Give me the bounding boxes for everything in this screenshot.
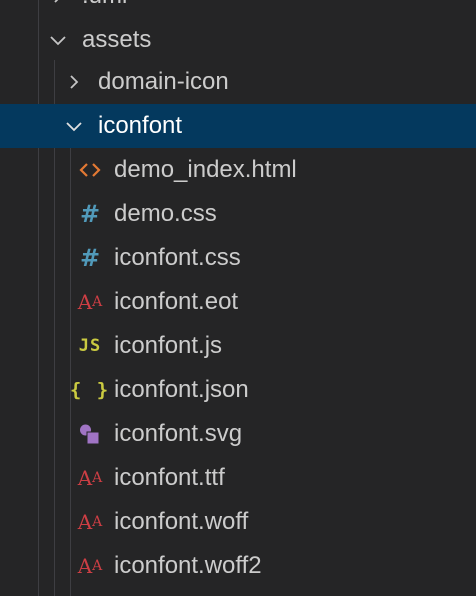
font-file-icon: AA [77, 544, 103, 588]
css-file-icon: # [79, 200, 101, 228]
tree-item-label: demo.css [114, 200, 217, 227]
tree-item-label: iconfont [98, 112, 183, 139]
font-glyph-small: A [92, 514, 103, 530]
font-glyph-large: A [77, 290, 93, 314]
svg-file-icon [77, 412, 103, 456]
tree-item-label: iconfont.json [114, 376, 249, 403]
tree-item-label: iconfont.woff2 [114, 552, 262, 579]
tree-item-iconfont-woff2[interactable]: AA iconfont.woff2 [0, 544, 476, 588]
tree-item-label: .umi [82, 0, 127, 18]
font-glyph-small: A [92, 294, 103, 310]
js-file-icon: JS [78, 336, 102, 356]
css-file-icon: # [79, 244, 101, 272]
font-file-icon: AA [77, 280, 103, 324]
tree-item-iconfont[interactable]: iconfont [0, 104, 476, 148]
tree-item-label: iconfont.js [114, 332, 223, 359]
tree-item-umi[interactable]: .umi [0, 0, 476, 18]
font-glyph-large: A [77, 466, 93, 490]
tree-item-label: iconfont.woff [114, 508, 249, 535]
font-glyph-large: A [77, 510, 93, 534]
font-file-icon: AA [77, 500, 103, 544]
tree-item-iconfont-ttf[interactable]: AA iconfont.ttf [0, 456, 476, 500]
tree-item-iconfont-js[interactable]: JS iconfont.js [0, 324, 476, 368]
tree-item-label: iconfont.svg [114, 420, 243, 447]
chevron-right-icon[interactable] [46, 0, 70, 18]
tree-item-label: iconfont.css [114, 244, 241, 271]
tree-item-label: demo_index.html [114, 156, 297, 183]
tree-item-assets[interactable]: assets [0, 18, 476, 62]
json-file-icon: { } [69, 379, 111, 401]
tree-item-label: iconfont.eot [114, 288, 239, 315]
font-glyph-small: A [92, 470, 103, 486]
tree-item-demo-css[interactable]: # demo.css [0, 192, 476, 236]
tree-item-iconfont-woff[interactable]: AA iconfont.woff [0, 500, 476, 544]
tree-item-domain-icon[interactable]: domain-icon [0, 60, 476, 104]
chevron-right-icon[interactable] [62, 60, 86, 104]
chevron-down-icon[interactable] [62, 104, 86, 148]
font-glyph-large: A [77, 554, 93, 578]
html-file-icon [77, 148, 103, 192]
tree-item-label: iconfont.ttf [114, 464, 225, 491]
tree-item-iconfont-css[interactable]: # iconfont.css [0, 236, 476, 280]
tree-item-label: assets [82, 26, 152, 53]
tree-item-demo-index-html[interactable]: demo_index.html [0, 148, 476, 192]
chevron-down-icon[interactable] [46, 18, 70, 62]
font-glyph-small: A [92, 558, 103, 574]
tree-item-iconfont-svg[interactable]: iconfont.svg [0, 412, 476, 456]
tree-item-label: domain-icon [98, 68, 229, 95]
tree-item-iconfont-eot[interactable]: AA iconfont.eot [0, 280, 476, 324]
tree-item-iconfont-json[interactable]: { } iconfont.json [0, 368, 476, 412]
font-file-icon: AA [77, 456, 103, 500]
file-explorer-tree: .umi assets domain-icon iconfont demo_in… [0, 0, 476, 596]
